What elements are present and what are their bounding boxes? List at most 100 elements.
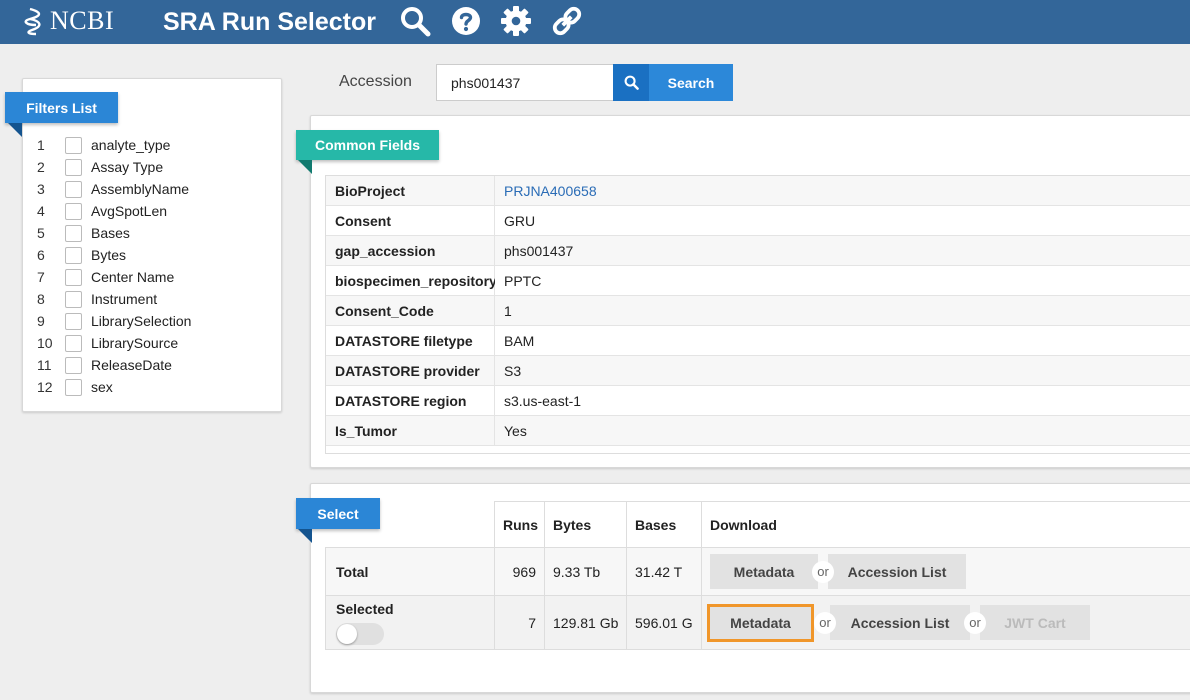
accession-input[interactable] [436, 64, 614, 101]
filter-number: 8 [37, 291, 45, 307]
field-key: biospecimen_repository [326, 266, 497, 295]
filter-item[interactable]: 5 Bases [37, 222, 191, 244]
common-field-row: BioProject PRJNA400658 [326, 176, 1190, 206]
filters-panel: 1 analyte_type 2 Assay Type 3 AssemblyName 4 Av… [22, 78, 282, 412]
toggle-knob [337, 623, 357, 644]
field-key: DATASTORE provider [326, 356, 495, 385]
filter-number: 10 [37, 335, 53, 351]
total-download-cell: Metadata or Accession List [701, 547, 1190, 596]
ribbon-fold [298, 160, 312, 174]
selected-toggle[interactable] [336, 622, 384, 645]
filter-label: Instrument [91, 291, 158, 307]
filters-list-ribbon: Filters List [5, 92, 118, 123]
link-icon[interactable] [551, 5, 583, 37]
accession-label: Accession [339, 73, 412, 90]
filter-label: sex [91, 379, 113, 395]
field-key: Consent [326, 206, 495, 235]
filter-number: 4 [37, 203, 45, 219]
help-icon[interactable] [450, 5, 482, 37]
bioproject-link[interactable]: PRJNA400658 [504, 183, 597, 199]
filter-checkbox[interactable] [65, 202, 82, 220]
filter-checkbox[interactable] [65, 224, 82, 242]
selected-download-cell: Metadata or Accession List or JWT Cart [701, 595, 1190, 650]
filter-checkbox[interactable] [65, 158, 82, 176]
total-metadata-button[interactable]: Metadata [710, 554, 818, 589]
field-key: DATASTORE region [326, 386, 495, 415]
common-field-row: DATASTORE filetype BAM [326, 326, 1190, 356]
filter-item[interactable]: 9 LibrarySelection [37, 310, 191, 332]
select-header-row: Runs Bytes Bases Download [326, 501, 1190, 548]
ncbi-logo[interactable]: NCBI [24, 6, 114, 36]
ribbon-fold [8, 123, 22, 137]
total-row: Total 969 9.33 Tb 31.42 T Metadata or Ac… [325, 547, 1190, 596]
bases-header: Bases [626, 501, 702, 548]
total-bases: 31.42 T [626, 547, 702, 596]
field-value-text: Yes [504, 422, 527, 439]
field-value: Yes [495, 416, 1190, 445]
field-value-text: phs001437 [504, 242, 574, 259]
gear-icon[interactable] [500, 5, 532, 37]
filter-number: 9 [37, 313, 45, 329]
filter-checkbox[interactable] [65, 290, 82, 308]
filter-number: 6 [37, 247, 45, 263]
selected-runs: 7 [494, 595, 545, 650]
filter-checkbox[interactable] [65, 180, 82, 198]
bytes-header: Bytes [544, 501, 627, 548]
or-separator: or [814, 611, 836, 634]
filter-number: 7 [37, 269, 45, 285]
filter-item[interactable]: 12 sex [37, 376, 191, 398]
selected-metadata-button[interactable]: Metadata [707, 603, 814, 642]
filter-item[interactable]: 3 AssemblyName [37, 178, 191, 200]
filter-item[interactable]: 2 Assay Type [37, 156, 191, 178]
filter-item[interactable]: 6 Bytes [37, 244, 191, 266]
filter-label: AvgSpotLen [91, 203, 168, 219]
filter-list: 1 analyte_type 2 Assay Type 3 AssemblyName 4 Av… [37, 134, 191, 398]
filter-item[interactable]: 11 ReleaseDate [37, 354, 191, 376]
filter-checkbox[interactable] [65, 246, 82, 264]
search-button[interactable]: Search [649, 64, 733, 101]
filter-checkbox[interactable] [65, 356, 82, 374]
filter-label: Bases [91, 225, 130, 241]
field-value: PRJNA400658 [495, 176, 1190, 205]
field-key: Consent_Code [326, 296, 495, 325]
selected-row: Selected 7 129.81 Gb 596.01 G Metadata o… [325, 595, 1190, 650]
total-accession-list-button[interactable]: Accession List [828, 554, 966, 589]
field-value-text: BAM [504, 332, 535, 349]
common-field-row: DATASTORE region s3.us-east-1 [326, 386, 1190, 416]
filter-item[interactable]: 8 Instrument [37, 288, 191, 310]
filter-checkbox[interactable] [65, 312, 82, 330]
filter-checkbox[interactable] [65, 136, 82, 154]
ncbi-helix-icon [24, 7, 41, 36]
filter-item[interactable]: 1 analyte_type [37, 134, 191, 156]
selected-bases: 596.01 G [626, 595, 702, 650]
search-icon[interactable] [399, 5, 431, 37]
common-fields-table[interactable]: BioProject PRJNA400658 Consent GRU gap_acces… [325, 175, 1190, 454]
filter-item[interactable]: 4 AvgSpotLen [37, 200, 191, 222]
common-field-row: Consent_Code 1 [326, 296, 1190, 326]
filter-item[interactable]: 10 LibrarySource [37, 332, 191, 354]
field-value: s3.us-east-1 [495, 386, 1190, 415]
total-download-buttons: Metadata or Accession List [710, 554, 1190, 589]
filter-number: 11 [37, 357, 52, 373]
filter-number: 3 [37, 181, 45, 197]
common-field-row: Consent GRU [326, 206, 1190, 236]
filter-checkbox[interactable] [65, 378, 82, 396]
total-bytes: 9.33 Tb [544, 547, 627, 596]
select-table: Runs Bytes Bases Download Total 969 9.33… [325, 501, 1190, 650]
or-separator: or [964, 611, 986, 634]
search-icon [624, 75, 639, 90]
app-title: SRA Run Selector [163, 8, 377, 36]
search-icon-button[interactable] [613, 64, 649, 101]
filter-label: AssemblyName [91, 181, 190, 197]
filter-item[interactable]: 7 Center Name [37, 266, 191, 288]
top-header: NCBI SRA Run Selector [0, 0, 1190, 44]
ribbon-fold [298, 529, 312, 543]
filter-checkbox[interactable] [65, 268, 82, 286]
jwt-cart-button: JWT Cart [980, 605, 1090, 640]
field-value-text: S3 [504, 362, 522, 379]
runs-header: Runs [494, 501, 545, 548]
selected-accession-list-button[interactable]: Accession List [830, 605, 970, 640]
field-value-text: s3.us-east-1 [504, 392, 582, 409]
filter-checkbox[interactable] [65, 334, 82, 352]
filter-label: LibrarySource [91, 335, 179, 351]
